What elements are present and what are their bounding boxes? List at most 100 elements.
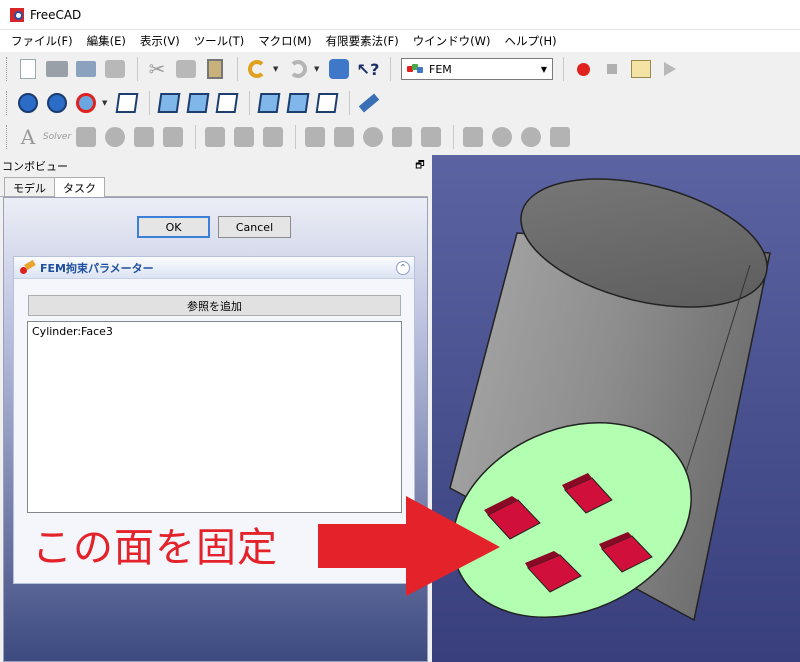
cut-button[interactable]: ✂ xyxy=(144,56,170,82)
constraint-initial-temp-button[interactable] xyxy=(518,124,544,150)
constraint-temperature-button[interactable] xyxy=(460,124,486,150)
menu-edit[interactable]: 編集(E) xyxy=(80,33,133,49)
constraint-fixed-icon xyxy=(20,259,36,274)
redo-dropdown-icon[interactable]: ▼ xyxy=(314,65,322,73)
whats-this-button[interactable]: ↖? xyxy=(355,56,381,82)
edit-macro-icon xyxy=(631,60,651,78)
undock-icon[interactable]: 🗗 xyxy=(412,158,428,175)
open-button[interactable] xyxy=(44,56,70,82)
open-folder-icon xyxy=(46,61,68,77)
list-item[interactable]: Cylinder:Face3 xyxy=(32,325,397,338)
collapse-icon[interactable]: ⌃ xyxy=(396,260,410,275)
menu-macro[interactable]: マクロ(M) xyxy=(251,33,318,49)
window-title: FreeCAD xyxy=(30,7,82,22)
toolbar-separator xyxy=(237,57,238,81)
constraint-displacement-button[interactable] xyxy=(260,124,286,150)
undo-dropdown-icon[interactable]: ▼ xyxy=(273,65,281,73)
view-left-button[interactable] xyxy=(314,90,340,116)
workbench-selector[interactable]: FEM ▼ xyxy=(401,58,553,80)
new-document-button[interactable] xyxy=(15,56,41,82)
fit-selection-button[interactable] xyxy=(44,90,70,116)
menu-window[interactable]: ウインドウ(W) xyxy=(406,33,498,49)
toolbar-grip[interactable] xyxy=(6,91,9,115)
macro-execute-button[interactable] xyxy=(657,56,683,82)
mesh-region-button[interactable] xyxy=(160,124,186,150)
mesh-icon xyxy=(134,127,154,147)
constraint-heatflux-button[interactable] xyxy=(489,124,515,150)
toolbar-separator xyxy=(295,125,296,149)
draw-style-icon xyxy=(76,93,96,113)
force-icon xyxy=(305,127,325,147)
draw-style-dropdown-icon[interactable]: ▼ xyxy=(102,99,110,107)
redo-icon xyxy=(289,60,307,78)
ruler-icon xyxy=(358,93,380,113)
constraint-pulley-button[interactable] xyxy=(389,124,415,150)
copy-button[interactable] xyxy=(173,56,199,82)
solver-button[interactable]: Solver xyxy=(42,124,72,150)
constraint-gear-button[interactable] xyxy=(360,124,386,150)
view-front-button[interactable] xyxy=(156,90,182,116)
lock-icon xyxy=(234,127,254,147)
save-icon xyxy=(76,61,96,77)
draw-style-button[interactable] xyxy=(73,90,99,116)
displacement-icon xyxy=(263,127,283,147)
add-reference-button[interactable]: 参照を追加 xyxy=(28,295,401,316)
menu-fem[interactable]: 有限要素法(F) xyxy=(319,33,406,49)
toolbar-grip[interactable] xyxy=(6,125,9,149)
rear-view-icon xyxy=(257,93,281,113)
solver-icon: Solver xyxy=(42,132,72,142)
view-isometric-button[interactable] xyxy=(114,90,140,116)
paste-button[interactable] xyxy=(202,56,228,82)
fit-all-button[interactable] xyxy=(15,90,41,116)
constraint-fixed-button[interactable] xyxy=(202,124,228,150)
bottom-view-icon xyxy=(286,93,310,113)
tab-model[interactable]: モデル xyxy=(4,177,55,196)
view-top-button[interactable] xyxy=(185,90,211,116)
combo-view-title: コンボビュー xyxy=(2,160,68,173)
view-rear-button[interactable] xyxy=(256,90,282,116)
results-icon xyxy=(550,127,570,147)
reference-list[interactable]: Cylinder:Face3 xyxy=(27,321,402,513)
menu-tools[interactable]: ツール(T) xyxy=(187,33,252,49)
constraint-bearing-button[interactable] xyxy=(231,124,257,150)
menu-help[interactable]: ヘルプ(H) xyxy=(498,33,564,49)
macro-record-button[interactable] xyxy=(570,56,596,82)
analysis-button[interactable]: A xyxy=(15,124,41,150)
redo-button[interactable] xyxy=(285,56,311,82)
toolbar-separator xyxy=(453,125,454,149)
toolbar-separator xyxy=(149,91,150,115)
constraint-force-button[interactable] xyxy=(302,124,328,150)
measure-distance-button[interactable] xyxy=(356,90,382,116)
constraint-tie-button[interactable] xyxy=(418,124,444,150)
thermometer-icon xyxy=(463,127,483,147)
constraint-pressure-button[interactable] xyxy=(331,124,357,150)
left-view-icon xyxy=(315,93,339,113)
mesh-region-icon xyxy=(163,127,183,147)
tab-task[interactable]: タスク xyxy=(54,177,105,197)
macro-stop-button[interactable] xyxy=(599,56,625,82)
menu-view[interactable]: 表示(V) xyxy=(133,33,187,49)
mesh-button[interactable] xyxy=(131,124,157,150)
material-button[interactable] xyxy=(73,124,99,150)
view-right-button[interactable] xyxy=(214,90,240,116)
menu-file[interactable]: ファイル(F) xyxy=(4,33,80,49)
clipboard-icon xyxy=(207,59,223,79)
material-solid-button[interactable] xyxy=(102,124,128,150)
save-button[interactable] xyxy=(73,56,99,82)
view-bottom-button[interactable] xyxy=(285,90,311,116)
save-as-button[interactable] xyxy=(102,56,128,82)
ok-button[interactable]: OK xyxy=(137,216,210,238)
analysis-icon: A xyxy=(20,125,36,149)
undo-button[interactable] xyxy=(244,56,270,82)
results-button[interactable] xyxy=(547,124,573,150)
cancel-button[interactable]: Cancel xyxy=(218,216,291,238)
toolbar-grip[interactable] xyxy=(6,57,9,81)
constraint-fixed-icon xyxy=(205,127,225,147)
pulley-icon xyxy=(392,127,412,147)
refresh-button[interactable] xyxy=(326,56,352,82)
tie-icon xyxy=(421,127,441,147)
combo-view-header: コンボビュー 🗗 xyxy=(0,155,428,177)
heatflux-icon xyxy=(492,127,512,147)
macro-edit-button[interactable] xyxy=(628,56,654,82)
stop-icon xyxy=(607,64,617,74)
